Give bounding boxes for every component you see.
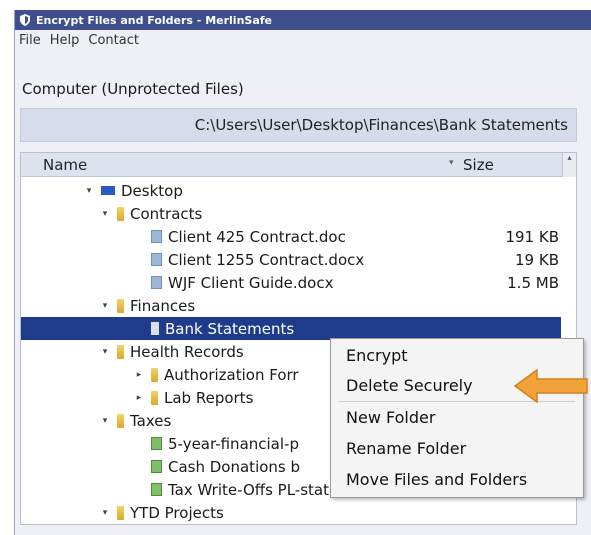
tree-row[interactable]: ▾ Contracts <box>21 202 561 225</box>
tree-item-label: YTD Projects <box>130 503 224 522</box>
tree-item-size: 191 KB <box>505 227 559 246</box>
menu-item-encrypt[interactable]: Encrypt <box>331 341 583 369</box>
expander-icon[interactable]: ▾ <box>99 416 111 426</box>
tree-item-label: Health Records <box>130 342 244 361</box>
document-icon <box>151 276 162 289</box>
folder-icon <box>151 367 158 382</box>
expander-icon[interactable]: ▾ <box>99 209 111 219</box>
title-bar: Encrypt Files and Folders - MerlinSafe <box>15 10 591 30</box>
tree-row-selected[interactable]: Bank Statements <box>21 317 561 340</box>
window-title: Encrypt Files and Folders - MerlinSafe <box>36 13 272 27</box>
pointer-arrow-icon <box>513 368 588 404</box>
expander-icon[interactable]: ▸ <box>133 370 145 380</box>
tree-row[interactable]: ▾ Desktop <box>21 179 561 202</box>
menu-item-rename-folder[interactable]: Rename Folder <box>331 434 583 462</box>
shield-icon <box>19 14 31 26</box>
tree-header: Name ▾ Size ▴ <box>21 153 576 177</box>
expander-icon[interactable]: ▾ <box>99 347 111 357</box>
folder-icon <box>117 206 124 221</box>
tree-row[interactable]: ▾ YTD Projects <box>21 501 561 524</box>
current-path: C:\Users\User\Desktop\Finances\Bank Stat… <box>194 116 568 134</box>
tree-item-label: Authorization Forr <box>164 365 299 384</box>
expander-icon[interactable]: ▾ <box>99 508 111 518</box>
tree-row[interactable]: Client 1255 Contract.docx 19 KB <box>21 248 561 271</box>
tree-item-label: Cash Donations b <box>168 457 301 476</box>
tree-item-label: 5-year-financial-p <box>168 434 299 453</box>
menu-item-move-files[interactable]: Move Files and Folders <box>331 465 583 493</box>
document-icon <box>151 253 162 266</box>
context-menu: Encrypt Delete Securely New Folder Renam… <box>330 338 584 498</box>
folder-icon <box>151 322 159 335</box>
tree-row[interactable]: WJF Client Guide.docx 1.5 MB <box>21 271 561 294</box>
menu-contact[interactable]: Contact <box>88 33 139 48</box>
menu-bar: File Help Contact <box>15 30 591 50</box>
tree-item-label: Client 1255 Contract.docx <box>168 250 365 269</box>
spreadsheet-icon <box>151 437 162 450</box>
folder-icon <box>117 505 124 520</box>
folder-icon <box>117 344 124 359</box>
folder-icon <box>151 390 158 405</box>
tree-item-label: WJF Client Guide.docx <box>168 273 334 292</box>
tree-row[interactable]: Client 425 Contract.doc 191 KB <box>21 225 561 248</box>
column-name-header[interactable]: Name <box>43 156 87 174</box>
desktop-icon <box>101 186 115 195</box>
tree-item-label: Finances <box>130 296 196 315</box>
column-size-header[interactable]: Size <box>463 156 494 174</box>
path-bar: C:\Users\User\Desktop\Finances\Bank Stat… <box>20 108 577 142</box>
tree-item-label: Taxes <box>130 411 172 430</box>
section-title: Computer (Unprotected Files) <box>22 80 244 98</box>
tree-item-label: Bank Statements <box>165 319 295 338</box>
spreadsheet-icon <box>151 483 162 496</box>
expander-icon[interactable]: ▾ <box>99 301 111 311</box>
folder-icon <box>117 413 124 428</box>
expander-icon[interactable]: ▸ <box>133 393 145 403</box>
scroll-up-button[interactable]: ▴ <box>562 153 576 177</box>
tree-item-label: Lab Reports <box>164 388 254 407</box>
expander-icon[interactable]: ▾ <box>83 186 95 196</box>
menu-item-new-folder[interactable]: New Folder <box>331 403 583 431</box>
tree-item-label: Client 425 Contract.doc <box>168 227 346 246</box>
tree-row[interactable]: ▾ Finances <box>21 294 561 317</box>
tree-item-size: 19 KB <box>515 250 559 269</box>
tree-item-label: Desktop <box>121 181 183 200</box>
menu-help[interactable]: Help <box>50 33 80 48</box>
tree-item-label: Contracts <box>130 204 203 223</box>
tree-item-size: 1.5 MB <box>507 273 559 292</box>
spreadsheet-icon <box>151 460 162 473</box>
folder-icon <box>117 298 124 313</box>
menu-file[interactable]: File <box>19 33 41 48</box>
document-icon <box>151 230 162 243</box>
sort-caret-icon[interactable]: ▾ <box>449 158 454 168</box>
